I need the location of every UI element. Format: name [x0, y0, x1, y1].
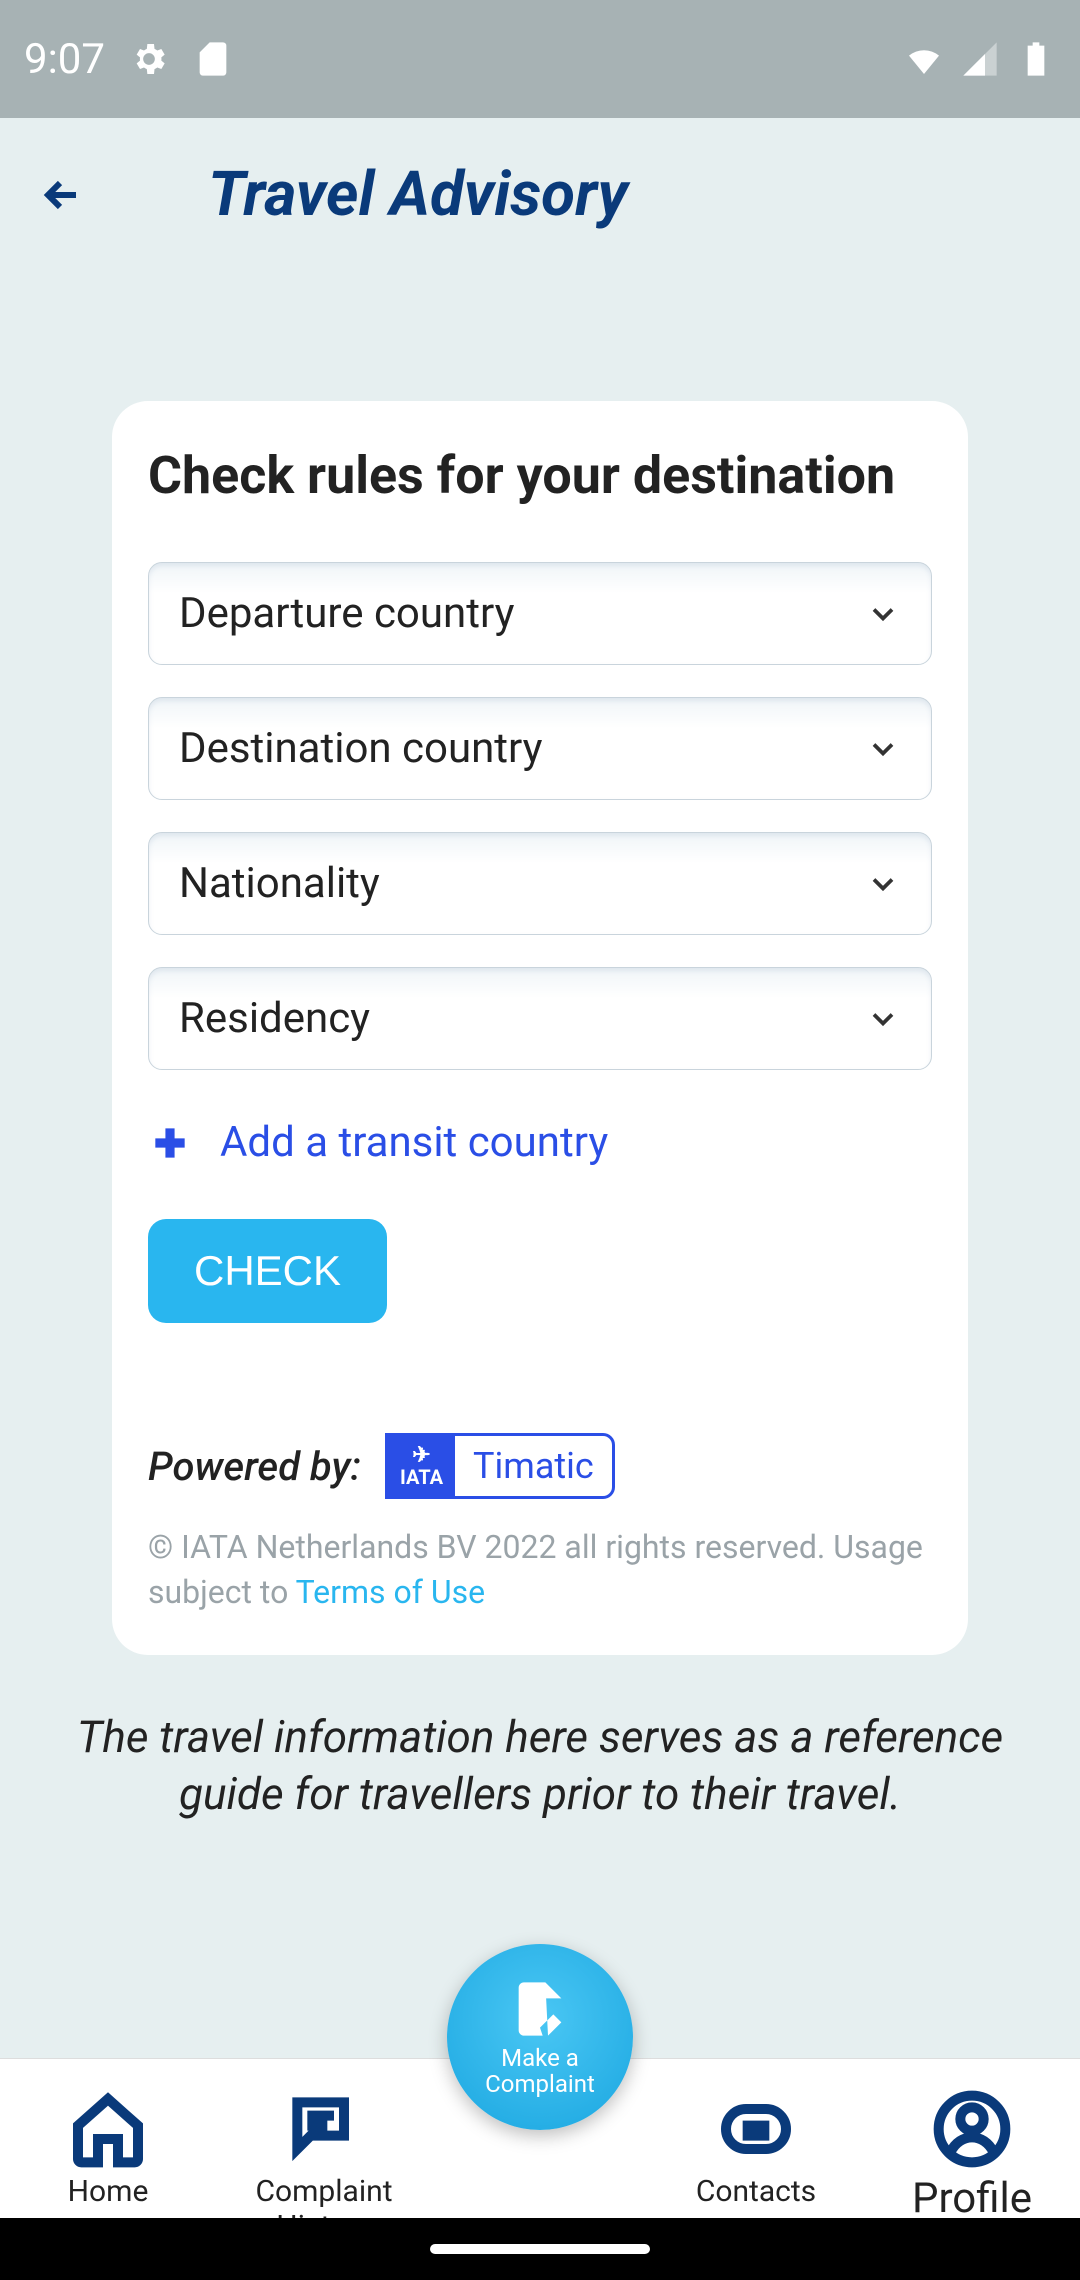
iata-logo: ✈ IATA — [388, 1436, 455, 1496]
home-icon — [68, 2089, 148, 2169]
iata-text: IATA — [400, 1467, 443, 1487]
nav-profile[interactable]: Profile — [864, 2089, 1080, 2223]
wifi-icon — [904, 39, 944, 79]
rules-card: Check rules for your destination Departu… — [112, 401, 968, 1655]
destination-country-select[interactable]: Destination country — [148, 697, 932, 800]
status-bar: 9:07 — [0, 0, 1080, 118]
signal-icon — [960, 39, 1000, 79]
plus-icon — [148, 1121, 192, 1165]
nav-label: Contacts — [696, 2175, 816, 2210]
status-time: 9:07 — [24, 35, 105, 84]
chevron-down-icon — [865, 596, 901, 632]
document-edit-icon — [508, 1977, 572, 2041]
dropdown-label: Nationality — [179, 859, 380, 908]
chevron-down-icon — [865, 866, 901, 902]
chat-history-icon — [284, 2089, 364, 2169]
profile-icon — [932, 2089, 1012, 2169]
chevron-down-icon — [865, 1001, 901, 1037]
timatic-name: Timatic — [455, 1445, 612, 1487]
nav-label: Home — [68, 2175, 149, 2210]
dropdown-label: Departure country — [179, 589, 514, 638]
powered-by-label: Powered by: — [148, 1443, 361, 1490]
system-home-pill[interactable] — [430, 2244, 650, 2254]
app-header: Travel Advisory — [0, 118, 1080, 261]
dropdown-label: Residency — [179, 994, 370, 1043]
battery-icon — [1016, 39, 1056, 79]
gear-icon — [129, 39, 169, 79]
arrow-left-icon — [38, 171, 86, 219]
powered-by-row: Powered by: ✈ IATA Timatic — [148, 1433, 932, 1499]
nav-contacts[interactable]: Contacts — [648, 2089, 864, 2210]
nationality-select[interactable]: Nationality — [148, 832, 932, 935]
back-button[interactable] — [36, 169, 88, 221]
card-title: Check rules for your destination — [148, 445, 932, 506]
nav-home[interactable]: Home — [0, 2089, 216, 2210]
disclaimer-text: The travel information here serves as a … — [74, 1709, 1006, 1823]
terms-of-use-link[interactable]: Terms of Use — [296, 1573, 485, 1611]
make-complaint-fab[interactable]: Make a Complaint — [447, 1944, 633, 2130]
system-navigation-bar — [0, 2218, 1080, 2280]
copyright-text: © IATA Netherlands BV 2022 all rights re… — [148, 1525, 932, 1615]
page-title: Travel Advisory — [208, 158, 628, 231]
sd-card-icon — [193, 39, 233, 79]
copyright-line: © IATA Netherlands BV 2022 all rights re… — [148, 1528, 923, 1611]
contacts-icon — [716, 2089, 796, 2169]
departure-country-select[interactable]: Departure country — [148, 562, 932, 665]
chevron-down-icon — [865, 731, 901, 767]
residency-select[interactable]: Residency — [148, 967, 932, 1070]
add-transit-label: Add a transit country — [220, 1118, 608, 1167]
add-transit-country-button[interactable]: Add a transit country — [148, 1118, 932, 1167]
dropdown-label: Destination country — [179, 724, 543, 773]
nav-label: Profile — [912, 2175, 1032, 2223]
timatic-badge: ✈ IATA Timatic — [385, 1433, 615, 1499]
fab-label: Make a Complaint — [485, 2045, 595, 2098]
check-button[interactable]: CHECK — [148, 1219, 387, 1323]
